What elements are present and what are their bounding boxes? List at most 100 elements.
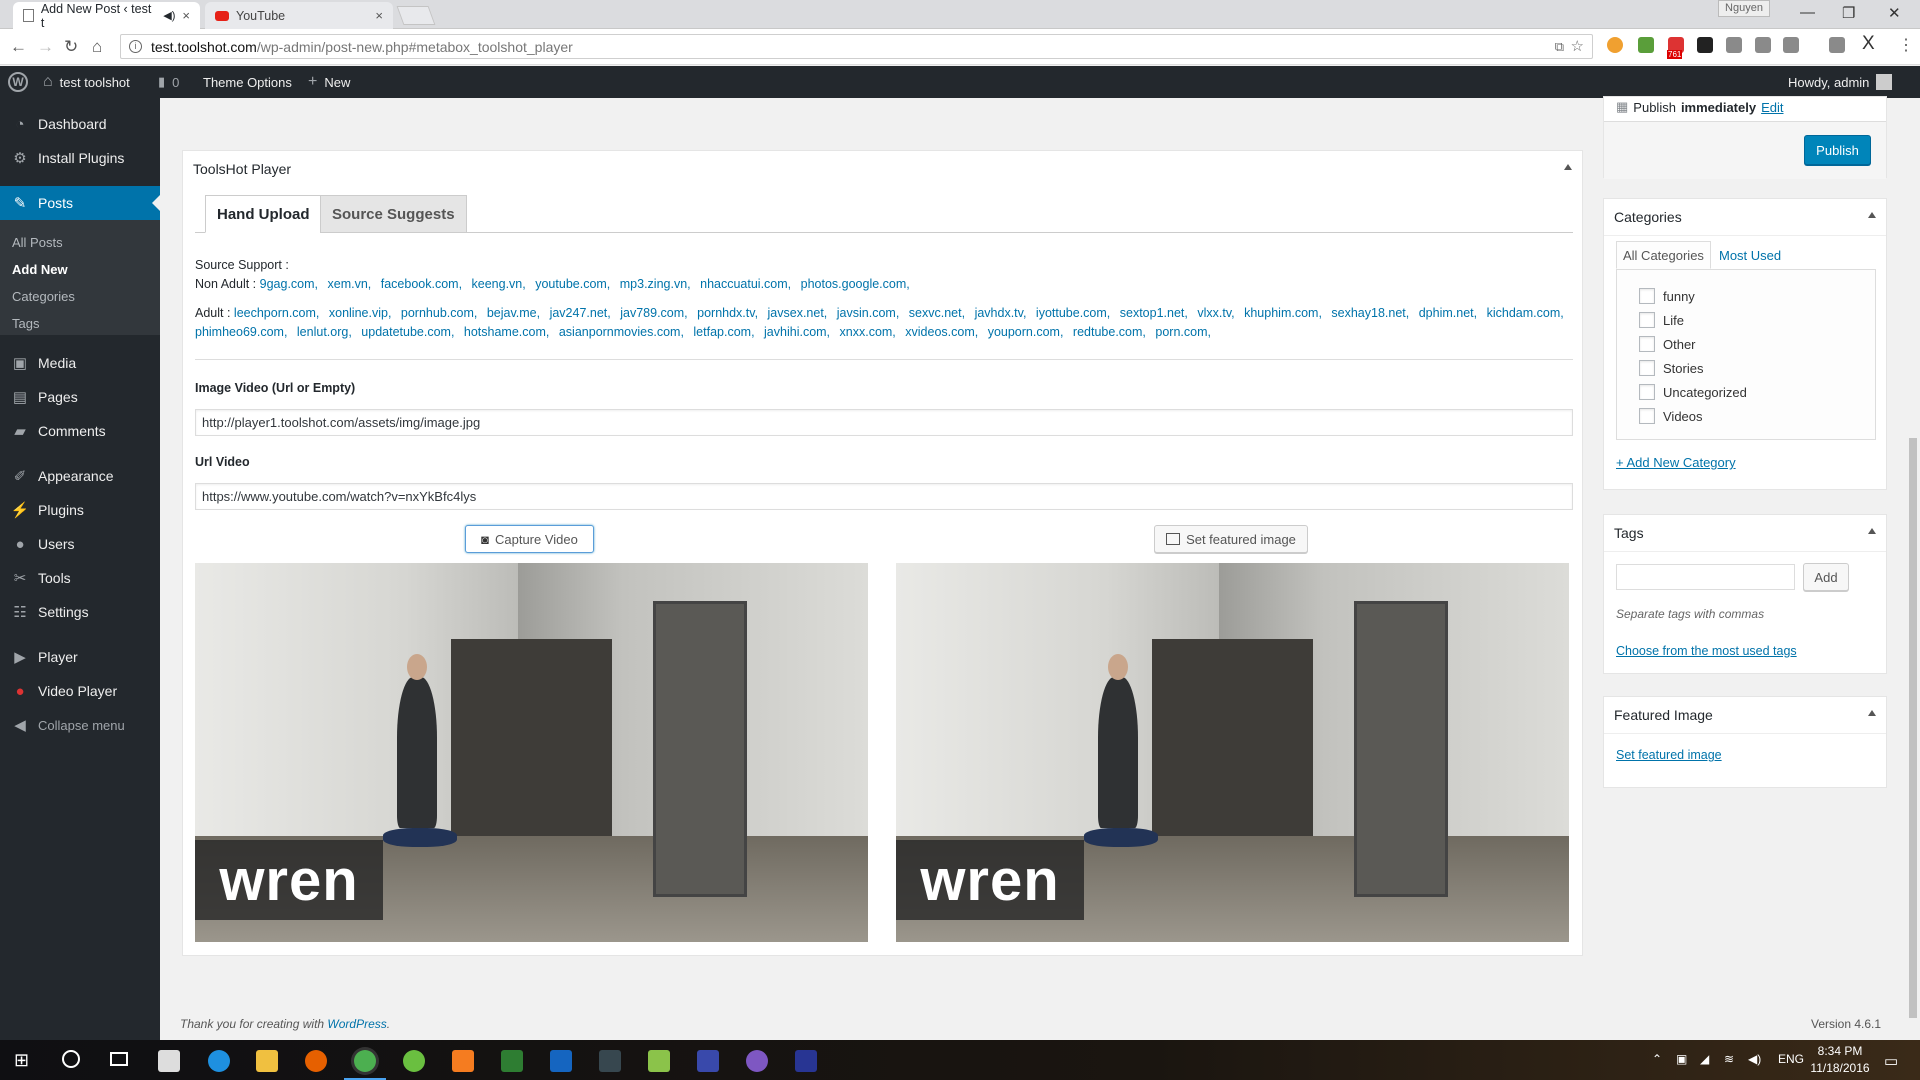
language-indicator[interactable]: ENG: [1778, 1052, 1804, 1066]
sidebar-item-video-player[interactable]: ● Video Player: [0, 674, 160, 708]
sidebar-item-posts[interactable]: ✎ Posts: [0, 186, 160, 220]
clock-date[interactable]: 11/18/2016: [1808, 1061, 1872, 1075]
category-stories[interactable]: Stories: [1639, 360, 1703, 376]
sidebar-item-appearance[interactable]: ✐ Appearance: [0, 459, 160, 493]
edge-icon[interactable]: [208, 1050, 230, 1072]
collapse-toggle-icon[interactable]: [1564, 164, 1572, 170]
code-editor-icon[interactable]: [599, 1050, 621, 1072]
sidebar-item-media[interactable]: ▣ Media: [0, 346, 160, 380]
source-link[interactable]: vlxx.tv,: [1197, 306, 1234, 320]
source-link[interactable]: khuphim.com,: [1244, 306, 1322, 320]
sidebar-item-comments[interactable]: ▰ Comments: [0, 414, 160, 448]
capture-video-button[interactable]: ◙ Capture Video: [465, 525, 594, 553]
app-icon[interactable]: [501, 1050, 523, 1072]
source-link[interactable]: sextop1.net,: [1120, 306, 1188, 320]
wordpress-link[interactable]: WordPress: [327, 1017, 386, 1031]
close-window-icon[interactable]: ✕: [1888, 4, 1901, 22]
add-tag-button[interactable]: Add: [1803, 563, 1849, 591]
info-icon[interactable]: i: [129, 40, 142, 53]
sidebar-item-dashboard[interactable]: ◔ Dashboard: [0, 107, 160, 141]
source-link[interactable]: letfap.com,: [693, 325, 754, 339]
source-link[interactable]: pornhdx.tv,: [697, 306, 758, 320]
source-link[interactable]: kichdam.com,: [1487, 306, 1564, 320]
star-icon[interactable]: ☆: [1571, 37, 1584, 55]
phpstorm-icon[interactable]: [795, 1050, 817, 1072]
volume-icon[interactable]: ◀): [1748, 1052, 1761, 1066]
source-link[interactable]: javhdx.tv,: [975, 306, 1027, 320]
add-new-category-link[interactable]: + Add New Category: [1616, 455, 1736, 470]
submenu-add-new[interactable]: Add New: [12, 262, 68, 277]
source-link[interactable]: mp3.zing.vn,: [620, 277, 691, 291]
category-other[interactable]: Other: [1639, 336, 1696, 352]
search-icon[interactable]: [62, 1050, 80, 1068]
notepad-icon[interactable]: [648, 1050, 670, 1072]
extension-bulb-icon[interactable]: [1829, 37, 1845, 53]
source-link[interactable]: javsin.com,: [837, 306, 900, 320]
set-featured-image-link[interactable]: Set featured image: [1616, 748, 1722, 762]
profile-button[interactable]: Nguyen: [1718, 0, 1770, 17]
wordpress-logo-icon[interactable]: W: [8, 66, 28, 98]
source-link[interactable]: xem.vn,: [328, 277, 372, 291]
file-explorer-icon[interactable]: [256, 1050, 278, 1072]
comments-link[interactable]: ▮ 0: [158, 66, 179, 98]
windows-start-icon[interactable]: ⊞: [14, 1050, 29, 1071]
checkbox[interactable]: [1639, 408, 1655, 424]
maximize-icon[interactable]: ❐: [1842, 4, 1855, 22]
extension-glasses-icon[interactable]: [1697, 37, 1713, 53]
forward-icon[interactable]: →: [37, 37, 54, 57]
store-icon[interactable]: [158, 1050, 180, 1072]
extension-camera-icon[interactable]: [1755, 37, 1771, 53]
source-link[interactable]: redtube.com,: [1073, 325, 1146, 339]
extension-x-icon[interactable]: X: [1862, 33, 1875, 55]
source-link[interactable]: xonline.vip,: [329, 306, 392, 320]
url-bar[interactable]: i test.toolshot.com/wp-admin/post-new.ph…: [120, 34, 1593, 59]
back-icon[interactable]: ←: [10, 37, 27, 57]
sidebar-item-pages[interactable]: ▤ Pages: [0, 380, 160, 414]
source-link[interactable]: porn.com,: [1155, 325, 1211, 339]
reload-icon[interactable]: ↻: [64, 37, 78, 57]
collapse-toggle-icon[interactable]: [1868, 212, 1876, 218]
source-link[interactable]: iyottube.com,: [1036, 306, 1110, 320]
close-tab-icon[interactable]: ×: [375, 8, 383, 23]
close-tab-icon[interactable]: ×: [182, 8, 190, 23]
source-link[interactable]: hotshame.com,: [464, 325, 549, 339]
source-link[interactable]: asianpornmovies.com,: [559, 325, 684, 339]
theme-options-link[interactable]: Theme Options: [203, 66, 292, 98]
new-tab-button[interactable]: [396, 6, 436, 25]
wifi-icon[interactable]: ≋: [1724, 1052, 1734, 1066]
messenger-icon[interactable]: [746, 1050, 768, 1072]
collapse-menu-button[interactable]: ◀ Collapse menu: [0, 708, 160, 742]
source-link[interactable]: leechporn.com,: [234, 306, 319, 320]
category-life[interactable]: Life: [1639, 312, 1684, 328]
url-video-input[interactable]: [195, 483, 1573, 510]
submenu-tags[interactable]: Tags: [12, 316, 39, 331]
firefox-icon[interactable]: [305, 1050, 327, 1072]
source-link[interactable]: jav247.net,: [550, 306, 611, 320]
checkbox[interactable]: [1639, 384, 1655, 400]
tab-youtube[interactable]: YouTube ×: [205, 2, 393, 29]
new-content-link[interactable]: + New: [308, 66, 350, 98]
source-link[interactable]: javsex.net,: [768, 306, 828, 320]
category-uncategorized[interactable]: Uncategorized: [1639, 384, 1747, 400]
tab-add-new-post[interactable]: Add New Post ‹ test t ◀) ×: [13, 2, 200, 30]
source-link[interactable]: facebook.com,: [381, 277, 462, 291]
translate-icon[interactable]: ⧉: [1555, 39, 1564, 55]
set-featured-image-button[interactable]: Set featured image: [1154, 525, 1308, 553]
source-link[interactable]: phimheo69.com,: [195, 325, 287, 339]
source-link[interactable]: lenlut.org,: [297, 325, 352, 339]
tab-most-used[interactable]: Most Used: [1719, 248, 1781, 263]
home-icon[interactable]: ⌂: [92, 37, 102, 57]
submenu-categories[interactable]: Categories: [12, 289, 75, 304]
source-link[interactable]: pornhub.com,: [401, 306, 477, 320]
task-view-icon[interactable]: [110, 1052, 128, 1066]
extension-chart-icon[interactable]: [1638, 37, 1654, 53]
notification-icon[interactable]: ▭: [1884, 1052, 1898, 1070]
checkbox[interactable]: [1639, 288, 1655, 304]
source-link[interactable]: keeng.vn,: [472, 277, 526, 291]
app-icon[interactable]: [550, 1050, 572, 1072]
extension-window-icon[interactable]: [1783, 37, 1799, 53]
source-link[interactable]: youporn.com,: [988, 325, 1064, 339]
source-link[interactable]: dphim.net,: [1419, 306, 1477, 320]
page-scrollbar[interactable]: [1906, 98, 1920, 1040]
source-link[interactable]: sexvc.net,: [909, 306, 965, 320]
